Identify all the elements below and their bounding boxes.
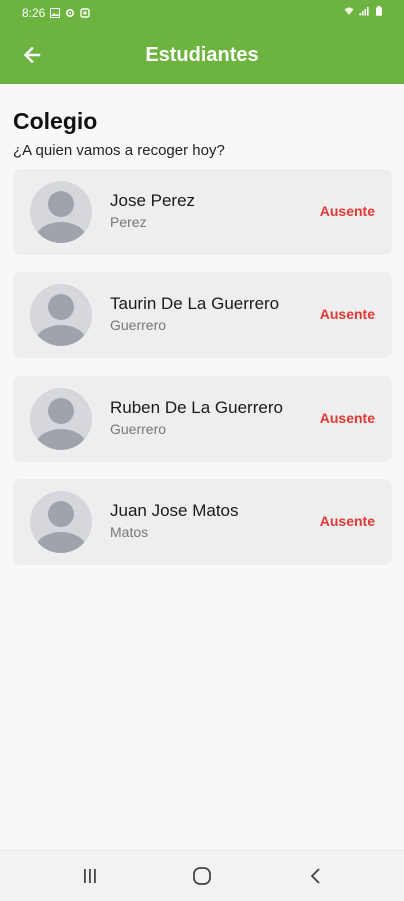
status-bar-right bbox=[344, 6, 384, 16]
image-notification-icon bbox=[50, 8, 61, 18]
student-last-name: Guerrero bbox=[110, 317, 167, 333]
person-icon bbox=[36, 398, 86, 450]
back-button[interactable] bbox=[12, 35, 52, 75]
page-title: Colegio bbox=[13, 108, 98, 134]
status-badge: Ausente bbox=[319, 306, 375, 322]
student-last-name: Guerrero bbox=[110, 421, 167, 437]
recents-icon[interactable] bbox=[78, 864, 102, 888]
student-name: Ruben De La Guerrero bbox=[110, 398, 283, 417]
student-card[interactable]: Ruben De La Guerrero Guerrero Ausente bbox=[13, 376, 392, 462]
status-badge: Ausente bbox=[319, 513, 375, 529]
home-circle-icon[interactable] bbox=[190, 864, 214, 888]
student-name: Juan Jose Matos bbox=[110, 501, 239, 520]
status-badge: Ausente bbox=[319, 203, 375, 219]
student-name: Taurin De La Guerrero bbox=[110, 294, 280, 313]
person-icon bbox=[36, 191, 86, 243]
battery-icon bbox=[376, 6, 382, 16]
status-badge: Ausente bbox=[319, 410, 375, 426]
signal-icon bbox=[359, 7, 369, 16]
app-bar: Estudiantes bbox=[0, 26, 404, 84]
status-time: 8:26 bbox=[22, 6, 46, 20]
status-bar-left: 8:26 bbox=[22, 6, 91, 20]
page-subtitle: ¿A quien vamos a recoger hoy? bbox=[13, 142, 225, 159]
student-card[interactable]: Jose Perez Perez Ausente bbox=[13, 169, 392, 255]
chevron-left-icon[interactable] bbox=[304, 864, 328, 888]
avatar bbox=[30, 284, 92, 346]
student-card[interactable]: Juan Jose Matos Matos Ausente bbox=[13, 479, 392, 565]
person-icon bbox=[36, 294, 86, 346]
student-card[interactable]: Taurin De La Guerrero Guerrero Ausente bbox=[13, 272, 392, 358]
settings-notification-icon bbox=[66, 8, 75, 18]
wifi-icon bbox=[344, 7, 354, 15]
arrow-left-icon bbox=[23, 46, 41, 64]
avatar bbox=[30, 181, 92, 243]
student-last-name: Matos bbox=[110, 524, 149, 540]
avatar bbox=[30, 388, 92, 450]
student-last-name: Perez bbox=[110, 214, 147, 230]
student-name: Jose Perez bbox=[110, 191, 196, 210]
person-icon bbox=[36, 501, 86, 553]
system-nav-bar bbox=[0, 850, 404, 901]
app-notification-icon bbox=[80, 8, 91, 18]
app-bar-title: Estudiantes bbox=[145, 44, 259, 66]
status-bar: 8:26 bbox=[0, 0, 404, 26]
avatar bbox=[30, 491, 92, 553]
